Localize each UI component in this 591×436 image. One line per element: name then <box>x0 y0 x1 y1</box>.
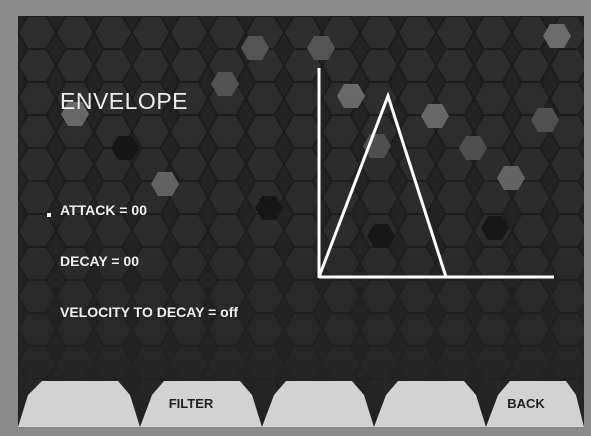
softkey-3[interactable] <box>262 381 374 427</box>
softkey-1[interactable] <box>18 381 140 427</box>
softkey-4[interactable] <box>374 381 486 427</box>
envelope-curve <box>317 91 448 278</box>
softkey-2-label: FILTER <box>168 396 214 411</box>
envelope-graph <box>317 68 554 279</box>
device-bezel: ENVELOPE ATTACK = 00 DECAY = 00 VELOCITY… <box>0 0 591 436</box>
lcd-screen: ENVELOPE ATTACK = 00 DECAY = 00 VELOCITY… <box>18 16 584 427</box>
softkey-5-label: BACK <box>507 396 545 411</box>
